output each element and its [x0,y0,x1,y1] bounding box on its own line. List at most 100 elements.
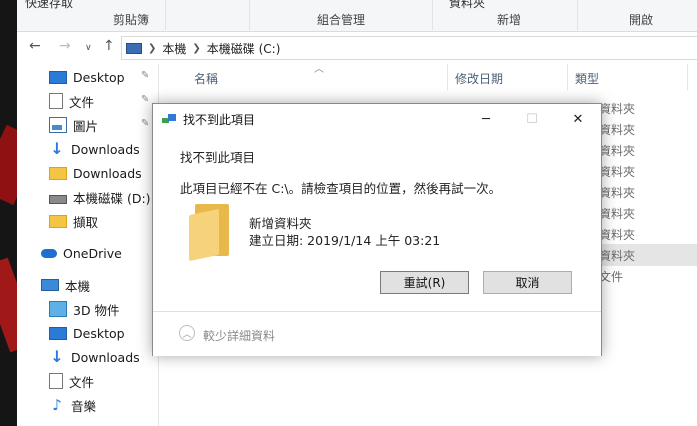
cloud-icon [41,248,57,258]
up-arrow-icon[interactable]: ↑ [103,38,115,54]
file-move-icon [162,113,176,125]
ribbon-group-open: 開啟 [629,13,654,27]
list-item-type[interactable]: 資料夾 [599,163,635,180]
nav-item-documents-pc[interactable]: 文件 [17,370,158,392]
desktop-icon [49,326,67,340]
folder-front-shape [189,208,219,262]
computer-icon [41,279,59,291]
ribbon-separator [249,0,250,30]
minimize-button[interactable]: ─ [463,104,509,134]
folder-icon [49,214,67,228]
cube-icon [49,301,67,317]
retry-button[interactable]: 重試(R) [380,271,469,294]
document-icon [49,93,63,109]
ribbon-separator [165,0,166,30]
desktop-background [0,0,17,426]
nav-item-downloads[interactable]: ↓ Downloads [17,138,158,160]
close-button[interactable]: ✕ [555,104,601,134]
folder-icon [49,166,67,180]
nav-item-label: 3D 物件 [73,302,120,318]
chevron-right-icon[interactable]: ❯ [148,43,156,54]
nav-item-label: 本機磁碟 (D:) [73,190,151,206]
dialog-message: 此項目已經不在 C:\。請檢查項目的位置，然後再試一次。 [180,181,502,196]
download-icon: ↓ [50,139,64,158]
ribbon-group-clipboard: 剪貼簿 [113,13,150,27]
list-item-type[interactable]: 資料夾 [599,226,635,243]
nav-item-3d-objects[interactable]: 3D 物件 [17,298,158,320]
document-icon [49,373,63,389]
item-not-found-dialog: 找不到此項目 ─ ☐ ✕ 找不到此項目 此項目已經不在 C:\。請檢查項目的位置… [152,103,602,356]
list-item-type[interactable]: 資料夾 [599,100,635,117]
ribbon-group-organize: 組合管理 [317,13,366,27]
sort-ascending-icon: ︿ [314,64,324,75]
nav-item-this-pc[interactable]: 本機 [17,274,158,296]
list-item-type[interactable]: 資料夾 [599,184,635,201]
nav-item-downloads-pc[interactable]: ↓ Downloads [17,346,158,368]
nav-item-label: 圖片 [73,118,99,134]
list-item-type[interactable]: 資料夾 [599,247,635,264]
nav-item-label: 音樂 [71,398,97,414]
nav-item-label: Downloads [71,349,140,365]
ribbon-new-folder-label[interactable]: 資料夾 [449,0,485,11]
nav-item-label: 文件 [69,94,95,110]
ribbon: 快速存取 剪貼簿 組合管理 資料夾 新增 開啟 [17,0,697,32]
nav-item-label: OneDrive [63,245,122,261]
navigation-pane: Desktop ✎ 文件 ✎ 圖片 ✎ ↓ Downloads Download… [17,64,158,426]
ribbon-separator [577,0,578,30]
nav-item-local-disk-d[interactable]: 本機磁碟 (D:) [17,186,158,208]
nav-item-music[interactable]: ♪ 音樂 [17,394,158,416]
nav-item-label: 本機 [65,278,91,294]
column-separator[interactable] [447,64,448,90]
pin-icon: ✎ [141,118,150,129]
back-arrow-icon[interactable]: ← [29,38,41,54]
chevron-right-icon[interactable]: ❯ [192,43,200,54]
nav-item-documents[interactable]: 文件 ✎ [17,90,158,112]
address-bar: ← → ∨ ↑ ❯ 本機 ❯ 本機磁碟 (C:) [17,32,697,63]
list-item-type[interactable]: 資料夾 [599,142,635,159]
ribbon-quick-access[interactable]: 快速存取 [25,0,73,11]
nav-item-label: 擷取 [73,214,99,230]
dialog-title: 找不到此項目 [183,113,256,127]
path-box[interactable]: ❯ 本機 ❯ 本機磁碟 (C:) [121,36,697,60]
list-item-type[interactable]: 資料夾 [599,121,635,138]
nav-item-capture[interactable]: 擷取 [17,210,158,232]
breadcrumb-local-disk-c[interactable]: 本機磁碟 (C:) [207,40,281,57]
nav-item-label: Downloads [73,165,142,181]
chevron-up-icon[interactable]: ︿ [179,325,195,341]
pin-icon: ✎ [141,70,150,81]
wallpaper-accent [0,124,17,206]
dialog-footer: ︿ 較少詳細資料 [153,311,601,356]
folder-icon [189,202,231,262]
list-item-type[interactable]: 文件 [599,268,623,285]
nav-item-desktop[interactable]: Desktop ✎ [17,66,158,88]
dialog-heading: 找不到此項目 [180,150,256,165]
nav-item-pictures[interactable]: 圖片 ✎ [17,114,158,136]
column-header-date[interactable]: 修改日期 [455,70,503,87]
item-created-date: 建立日期: 2019/1/14 上午 03:21 [249,233,441,248]
cancel-button[interactable]: 取消 [483,271,572,294]
drive-icon [49,194,67,204]
column-separator[interactable] [687,64,688,90]
column-header-name[interactable]: 名稱 [194,70,218,87]
column-header-type[interactable]: 類型 [575,70,599,87]
nav-item-label: Downloads [71,141,140,157]
nav-item-desktop-pc[interactable]: Desktop [17,322,158,344]
computer-icon [126,42,142,54]
forward-arrow-icon[interactable]: → [59,38,71,54]
ribbon-group-new: 新增 [497,13,522,27]
nav-item-onedrive[interactable]: OneDrive [17,242,158,264]
nav-item-downloads-folder[interactable]: Downloads [17,162,158,184]
dialog-title-bar[interactable]: 找不到此項目 ─ ☐ ✕ [153,104,601,134]
nav-item-label: Desktop [73,69,125,85]
column-separator[interactable] [567,64,568,90]
desktop-icon [49,70,67,84]
music-note-icon: ♪ [52,396,62,414]
maximize-button: ☐ [526,111,538,127]
recent-dropdown-icon[interactable]: ∨ [85,43,92,53]
breadcrumb-this-pc[interactable]: 本機 [162,40,186,57]
nav-item-label: 文件 [69,374,95,390]
less-details-link[interactable]: 較少詳細資料 [203,327,275,344]
list-item-type[interactable]: 資料夾 [599,205,635,222]
nav-item-label: Desktop [73,325,125,341]
wallpaper-accent [0,257,17,353]
